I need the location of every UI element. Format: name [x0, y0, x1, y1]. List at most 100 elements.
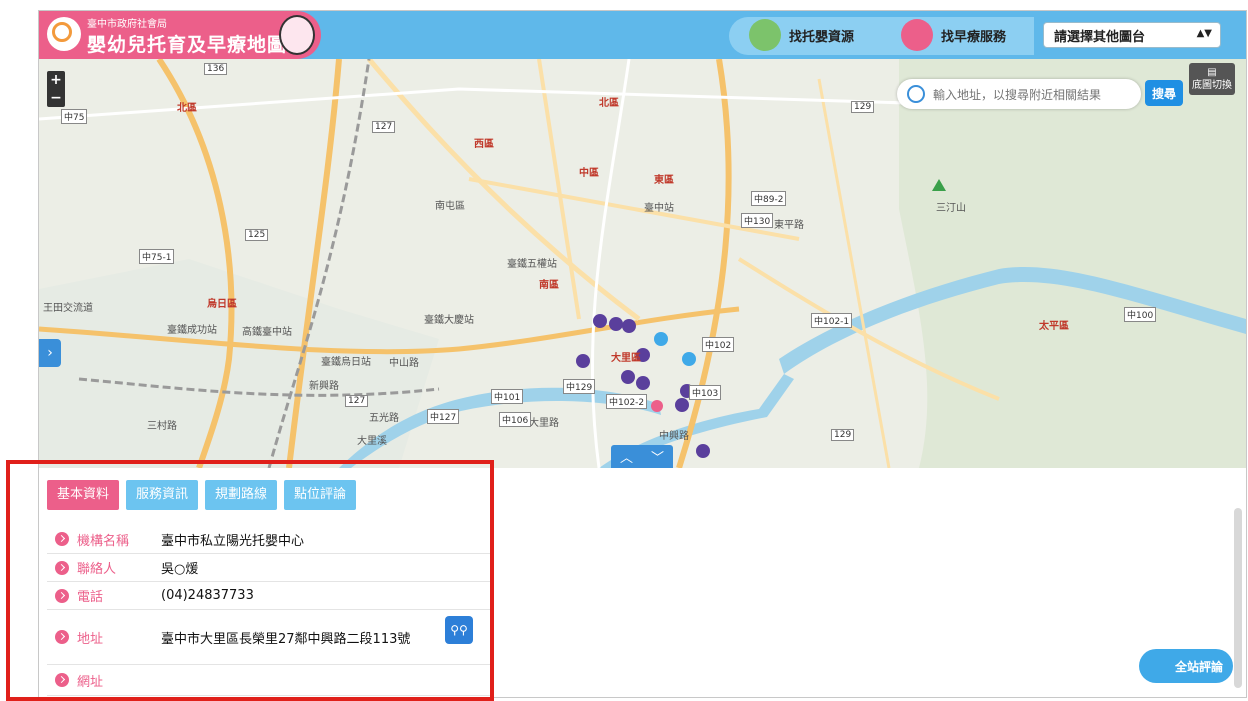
map-pin-icon: ⚲⚲	[450, 623, 468, 637]
search-icon	[907, 85, 925, 103]
zoom-control: + −	[47, 71, 65, 107]
road-shield: 中102-2	[606, 394, 648, 409]
contact-name: 吳○煖	[161, 562, 199, 577]
brand-banner[interactable]: 臺中市政府社會局 嬰幼兒托育及早療地圖	[39, 11, 321, 59]
map-label-station: 臺鐵五權站	[507, 259, 557, 270]
map-label-mountain: 三汀山	[936, 203, 966, 214]
road-shield: 中130	[741, 213, 774, 228]
map-label-district: 北區	[599, 98, 619, 109]
map-label-district: 中區	[579, 168, 599, 179]
phone-number[interactable]: (04)24837733	[161, 588, 254, 603]
header-bar: 臺中市政府社會局 嬰幼兒托育及早療地圖 找托嬰資源 找早療服務 請選擇其他圖台 …	[39, 11, 1246, 59]
info-row-website: 網址	[47, 665, 493, 696]
address-search-input[interactable]	[931, 84, 1135, 106]
institution-name: 臺中市私立陽光托嬰中心	[161, 533, 305, 549]
map-label-district: 烏日區	[207, 299, 237, 310]
chevron-right-icon	[55, 588, 69, 603]
map-label-district: 南區	[539, 280, 559, 291]
map-label-road: 東平路	[774, 220, 804, 231]
road-shield: 中102-1	[811, 313, 853, 328]
panel-collapse-control[interactable]: ︿ ﹀	[611, 445, 673, 468]
daycare-house-icon	[749, 19, 781, 51]
map-label-station: 高鐵臺中站	[242, 327, 292, 338]
chevron-right-icon	[55, 673, 69, 687]
info-row-institution: 機構名稱 臺中市私立陽光托嬰中心	[47, 525, 493, 554]
tab-point-reviews[interactable]: 點位評論	[284, 480, 357, 510]
map-label-station: 臺鐵成功站	[167, 325, 217, 336]
basemap-toggle-button[interactable]: ▤ 底圖切換	[1189, 63, 1235, 95]
info-label: 電話	[77, 590, 104, 605]
nav-find-daycare[interactable]: 找托嬰資源	[749, 17, 854, 53]
mascot-icon	[279, 15, 315, 55]
map-label-district: 大里區	[611, 353, 641, 364]
map-label-road: 五光路	[369, 413, 399, 424]
info-panel: 基本資料 服務資訊 規劃路線 點位評論 機構名稱 臺中市私立陽光托嬰中心 聯絡人…	[39, 468, 1246, 697]
road-shield: 中75	[61, 109, 88, 124]
road-shield: 中75-1	[139, 249, 175, 264]
road-shield: 中103	[689, 385, 722, 400]
map-selector-dropdown[interactable]: 請選擇其他圖台 ▲▼	[1043, 22, 1221, 48]
map-label-road: 王田交流道	[43, 303, 93, 314]
agency-name: 臺中市政府社會局	[87, 19, 167, 30]
map-label-district: 東區	[654, 175, 674, 186]
road-shield: 中102	[702, 337, 735, 352]
map-label-station: 臺鐵大慶站	[424, 315, 474, 326]
map-selector-value: 請選擇其他圖台	[1054, 29, 1146, 45]
road-shield: 129	[851, 101, 875, 113]
road-shield: 中106	[499, 412, 532, 427]
chevron-up-icon[interactable]: ︿	[620, 447, 633, 466]
search-button[interactable]: 搜尋	[1145, 80, 1183, 106]
map-label-road: 中山路	[389, 358, 419, 369]
map-label-district: 北區	[177, 103, 197, 114]
chevron-down-icon[interactable]: ﹀	[651, 447, 664, 466]
zoom-in-button[interactable]: +	[47, 71, 65, 89]
road-shield: 中127	[427, 409, 460, 424]
info-row-address: 地址 臺中市大里區長榮里27鄰中興路二段113號 ⚲⚲	[47, 610, 493, 665]
site-title: 嬰幼兒托育及早療地圖	[87, 34, 288, 56]
tab-plan-route[interactable]: 規劃路線	[205, 480, 278, 510]
map-label-road: 大里路	[529, 418, 559, 429]
dropdown-arrows-icon: ▲▼	[1196, 28, 1212, 39]
info-label: 機構名稱	[77, 533, 130, 549]
info-label: 聯絡人	[77, 562, 117, 577]
layers-icon: ▤	[1207, 67, 1217, 78]
site-review-button[interactable]: 全站評論	[1139, 649, 1233, 683]
basemap-toggle-label: 底圖切換	[1192, 80, 1232, 91]
info-label: 網址	[77, 674, 104, 690]
map-label-road: 三村路	[147, 421, 177, 432]
map-label-river: 大里溪	[357, 436, 387, 447]
tab-basic-info[interactable]: 基本資料	[47, 480, 120, 510]
agency-logo-icon	[47, 17, 81, 51]
road-shield: 136	[204, 63, 228, 75]
chevron-right-icon	[55, 630, 69, 644]
panel-scrollbar[interactable]	[1234, 508, 1242, 688]
map-label-district: 太平區	[1039, 321, 1069, 332]
map-label-station: 臺鐵烏日站	[321, 357, 371, 368]
road-shield: 127	[345, 395, 369, 407]
road-shield: 中89-2	[751, 191, 787, 206]
map-label-district: 西區	[474, 139, 494, 150]
road-shield: 中101	[491, 389, 524, 404]
tab-service-info[interactable]: 服務資訊	[126, 480, 199, 510]
sidebar-expand-button[interactable]: ›	[39, 339, 61, 367]
road-shield: 129	[831, 429, 855, 441]
app-window: 臺中市政府社會局 嬰幼兒托育及早療地圖 找托嬰資源 找早療服務 請選擇其他圖台 …	[38, 10, 1247, 698]
site-review-label: 全站評論	[1174, 659, 1223, 674]
therapist-icon	[901, 19, 933, 51]
basic-info-list: 機構名稱 臺中市私立陽光托嬰中心 聯絡人 吳○煖 電話 (04)24837733…	[47, 525, 493, 696]
info-tabs: 基本資料 服務資訊 規劃路線 點位評論	[47, 480, 357, 510]
nav-find-daycare-label: 找托嬰資源	[789, 29, 855, 45]
map-view[interactable]: 北區 北區 西區 中區 東區 南區 烏日區 大里區 太平區 南屯區 三汀山 臺中…	[39, 59, 1246, 468]
info-label: 地址	[77, 631, 104, 647]
nav-find-early-intervention[interactable]: 找早療服務	[901, 17, 1006, 53]
zoom-out-button[interactable]: −	[47, 89, 65, 107]
address-search-box	[897, 79, 1141, 109]
road-shield: 中100	[1124, 307, 1157, 322]
road-shield: 127	[372, 121, 396, 133]
map-label-station: 臺中站	[644, 203, 674, 214]
map-location-button[interactable]: ⚲⚲	[445, 616, 473, 644]
road-shield: 中129	[563, 379, 596, 394]
map-label-district: 南屯區	[435, 201, 465, 212]
info-row-phone: 電話 (04)24837733	[47, 582, 493, 610]
info-row-contact: 聯絡人 吳○煖	[47, 554, 493, 582]
